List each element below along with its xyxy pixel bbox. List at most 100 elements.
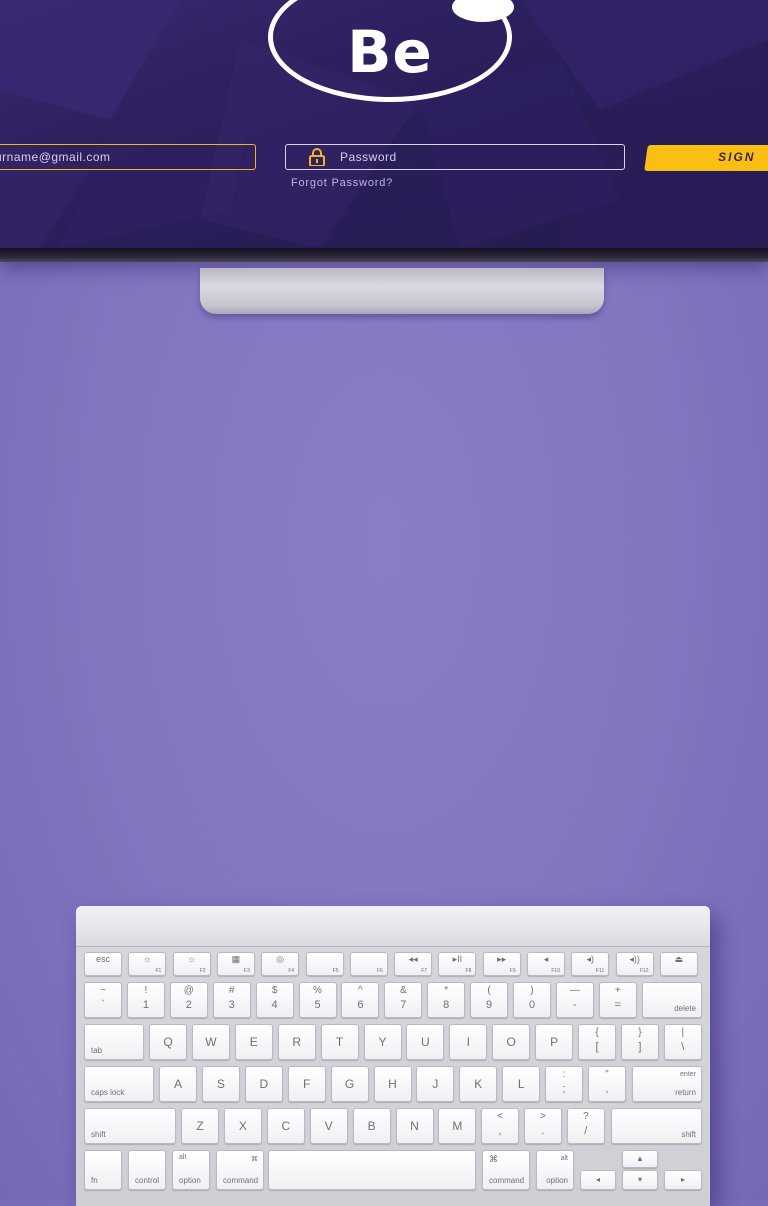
right-command-key[interactable]: ⌘ command [482,1150,530,1190]
key-letter: V [324,1119,333,1133]
letter-key[interactable]: D [244,1066,283,1102]
key-symbol: 6 [357,999,364,1011]
letter-key[interactable]: Q [149,1024,187,1060]
letter-key[interactable]: K [459,1066,498,1102]
key-shift-symbol: % [313,985,322,996]
letter-key[interactable]: Y [363,1024,402,1060]
letter-key[interactable]: H [373,1066,412,1102]
number-key[interactable]: — - [555,982,594,1018]
letter-key[interactable]: F [287,1066,326,1102]
function-key[interactable]: esc [84,952,122,976]
function-key[interactable]: ◎ F4 [261,952,300,976]
number-key[interactable]: (9 [470,982,509,1018]
key-symbol: ] [638,1041,642,1053]
letter-key[interactable]: J [416,1066,455,1102]
key-shift-symbol: & [399,985,407,996]
password-field[interactable]: Password [285,144,625,170]
letter-key[interactable]: P [535,1024,574,1060]
number-key[interactable]: $4 [255,982,294,1018]
letter-key[interactable]: T [320,1024,359,1060]
left-shift-key[interactable]: shift [84,1108,176,1144]
left-command-label: command [223,1176,259,1185]
key-letter: R [292,1035,302,1049]
function-key[interactable]: ◂)) F12 [615,952,654,976]
number-key[interactable]: ^ 6 [341,982,380,1018]
punctuation-key[interactable]: ? / [566,1108,605,1144]
arrow-right-key[interactable]: ▸ [664,1170,702,1190]
forgot-password-link[interactable]: Forgot Password? [291,177,393,189]
bracket-key[interactable]: | \ [663,1024,702,1060]
key-shift-symbol: ( [487,985,491,996]
function-key[interactable]: ☼ F2 [172,952,211,976]
letter-key[interactable]: M [438,1108,477,1144]
letter-key[interactable]: G [330,1066,369,1102]
punctuation-key[interactable]: >. [523,1108,562,1144]
function-key[interactable]: ◂◂ F7 [394,952,433,976]
key-shift-symbol: # [228,985,235,996]
letter-key[interactable]: Z [181,1108,219,1144]
letter-key[interactable]: C [266,1108,305,1144]
letter-key[interactable]: V [309,1108,348,1144]
function-key-number: F12 [639,968,649,974]
bracket-key[interactable]: {[ [578,1024,616,1060]
number-key[interactable]: ) 0 [513,982,551,1018]
fn-key[interactable]: fn [84,1150,122,1190]
letter-key[interactable]: E [234,1024,273,1060]
function-key[interactable]: ▸II F8 [438,952,477,976]
letter-key[interactable]: N [395,1108,434,1144]
function-key[interactable]: F6 [349,952,388,976]
left-option-key[interactable]: alt option [172,1150,210,1190]
delete-key[interactable]: delete [642,982,702,1018]
caps-lock-key[interactable]: caps lock [84,1066,154,1102]
space-bar[interactable] [268,1150,476,1190]
number-key[interactable]: @2 [169,982,208,1018]
return-key[interactable]: enter return [632,1066,702,1102]
number-key[interactable]: + = [598,982,637,1018]
number-key[interactable]: #3 [212,982,251,1018]
letter-key[interactable]: I [449,1024,488,1060]
letter-key[interactable]: O [492,1024,531,1060]
function-key-symbol: ⏏ [674,954,684,964]
function-key[interactable]: ▸▸ F9 [482,952,521,976]
letter-key[interactable]: B [352,1108,391,1144]
function-key[interactable]: ▦ F3 [216,952,255,976]
return-label: return [675,1088,696,1097]
number-key[interactable]: & 7 [384,982,423,1018]
control-key[interactable]: control [128,1150,166,1190]
arrow-left-key[interactable]: ◂ [580,1170,616,1190]
sign-in-button[interactable]: SIGN [644,145,768,171]
right-option-key[interactable]: alt option [536,1150,574,1190]
tab-key[interactable]: tab [84,1024,144,1060]
number-key[interactable]: ! 1 [126,982,165,1018]
punctuation-key[interactable]: <, [481,1108,519,1144]
left-command-key[interactable]: ⌘ command [216,1150,264,1190]
letter-key[interactable]: R [277,1024,316,1060]
number-key[interactable]: ~ ` [84,982,122,1018]
punctuation-key[interactable]: :; [545,1066,583,1102]
letter-key[interactable]: X [223,1108,262,1144]
function-key[interactable]: ☼ F1 [128,952,167,976]
number-key[interactable]: % 5 [298,982,337,1018]
letter-key[interactable]: L [502,1066,541,1102]
key-letter: A [173,1077,182,1091]
email-field[interactable]: urname@gmail.com [0,144,256,170]
key-symbol: 4 [271,999,278,1011]
letter-key[interactable]: A [159,1066,197,1102]
bracket-key[interactable]: }] [620,1024,659,1060]
letter-key[interactable]: S [201,1066,240,1102]
key-symbol: 3 [228,999,235,1011]
letter-key[interactable]: U [406,1024,445,1060]
arrow-up-key[interactable]: ▲ [622,1150,658,1168]
function-key-symbol: ◎ [276,954,285,964]
function-key[interactable]: ⏏ [659,952,698,976]
key-letter: Y [378,1035,387,1049]
key-letter: Q [163,1035,173,1049]
letter-key[interactable]: W [191,1024,230,1060]
function-key[interactable]: F5 [305,952,344,976]
punctuation-key[interactable]: ", [587,1066,626,1102]
arrow-down-key[interactable]: ▾ [622,1170,658,1190]
function-key[interactable]: ◂) F11 [571,952,610,976]
function-key[interactable]: ◂ F10 [527,952,565,976]
right-shift-key[interactable]: shift [611,1108,702,1144]
number-key[interactable]: * 8 [427,982,466,1018]
